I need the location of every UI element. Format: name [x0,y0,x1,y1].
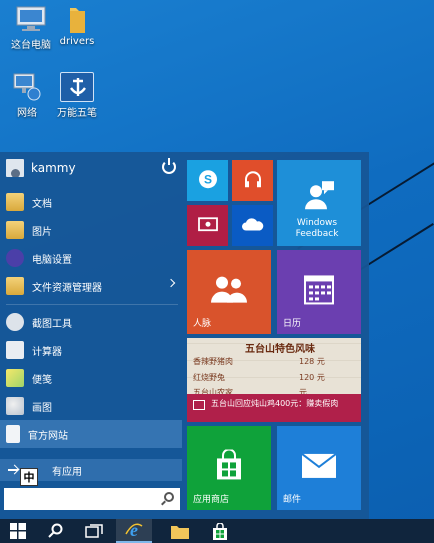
feedback-icon [305,181,334,210]
menu-row-price: 120 元 [299,373,325,382]
network-icon [10,72,44,102]
svg-text:S: S [203,172,211,186]
menu-row-price: 128 元 [299,357,325,366]
people-icon [211,276,247,303]
snipping-tool-icon [6,313,24,331]
tile-label: 人脉 [193,319,212,329]
tile-skype[interactable]: S [187,160,228,201]
menu-item-snipping-tool[interactable]: 截图工具 [0,308,182,336]
menu-item-label: 便笺 [32,374,52,386]
news-icon [193,400,205,410]
this-pc-icon [14,4,48,34]
arrow-right-icon [8,469,18,471]
wanneng-wubi-icon [60,72,94,102]
desktop-icon-drivers[interactable]: drivers [50,4,104,47]
svg-text:e: e [130,520,138,540]
store-icon [217,449,241,480]
tile-store[interactable]: 应用商店 [187,426,271,510]
ime-indicator[interactable]: 中 [20,468,38,486]
store-icon [213,522,227,540]
tile-label: Windows Feedback [295,218,339,239]
menu-item-documents[interactable]: 文档 [0,188,182,216]
menu-item-label: 电脑设置 [32,254,72,266]
news-headline-band: 五台山回应炖山鸡400元：赚卖假肉 [187,394,361,422]
documents-icon [6,193,24,211]
desktop-icon-network[interactable]: 网络 [0,72,54,119]
tile-video[interactable] [187,205,228,246]
pc-settings-icon [6,249,24,267]
tile-calendar[interactable]: 日历 [277,250,361,334]
taskbar: e [0,519,434,543]
start-menu-left-column: kammy 文档 图片 电脑设置 文件资源管理器 截图工具 计算器 便笺 画图 … [0,152,182,519]
pictures-icon [6,221,24,239]
tile-news[interactable]: 五台山特色风味 香辣野猪肉 128 元 红烧野兔 120 元 五台山农家 元 五… [187,338,361,422]
desktop-icon-label: drivers [59,36,95,47]
power-icon[interactable] [162,158,176,174]
task-view-icon [85,524,103,538]
tile-label: 日历 [283,319,302,329]
tile-music[interactable] [232,160,273,201]
menu-item-pc-settings[interactable]: 电脑设置 [0,244,182,272]
calculator-icon [6,341,24,359]
news-photo-title: 五台山特色风味 [245,344,315,355]
menu-item-label: 计算器 [32,346,62,358]
search-box[interactable] [4,488,180,510]
start-button[interactable] [2,519,34,543]
calendar-icon [304,275,334,305]
taskbar-search-button[interactable] [40,519,72,543]
mail-icon [301,453,337,478]
store-taskbar-button[interactable] [204,519,236,543]
menu-item-label: 截图工具 [32,318,72,330]
sticky-notes-icon [6,369,24,387]
paint-icon [6,397,24,415]
user-account[interactable]: kammy [0,152,182,184]
skype-icon: S [198,169,217,188]
video-icon [197,216,218,231]
tile-label: 邮件 [283,495,302,505]
user-name: kammy [31,161,76,175]
search-input[interactable] [4,488,154,510]
divider [6,304,178,305]
all-apps-label: 有应用 [52,466,82,478]
internet-explorer-button[interactable]: e [116,519,152,543]
tile-onedrive[interactable] [232,205,273,246]
tile-label: 应用商店 [193,495,230,505]
menu-item-pictures[interactable]: 图片 [0,216,182,244]
menu-row-name: 香辣野猪肉 [193,357,233,366]
onedrive-icon [241,217,263,231]
headphones-icon [244,170,261,187]
search-icon[interactable] [164,492,174,502]
task-view-button[interactable] [78,519,110,543]
file-explorer-icon [6,277,24,295]
desktop-icon-label: 万能五笔 [57,108,97,119]
menu-item-label: 官方网站 [28,430,68,442]
menu-item-label: 画图 [32,402,52,414]
menu-item-label: 图片 [32,226,52,238]
tile-people[interactable]: 人脉 [187,250,271,334]
menu-item-calculator[interactable]: 计算器 [0,336,182,364]
windows-logo-icon [10,523,26,539]
menu-item-file-explorer[interactable]: 文件资源管理器 [0,272,182,300]
start-menu: kammy 文档 图片 电脑设置 文件资源管理器 截图工具 计算器 便笺 画图 … [0,152,369,519]
desktop-icon-wanneng-wubi[interactable]: 万能五笔 [50,72,104,119]
avatar [6,159,24,177]
news-headline: 五台山回应炖山鸡400元：赚卖假肉 [211,399,339,408]
folder-icon [60,4,94,34]
ie-icon: e [125,520,143,540]
folder-icon [171,525,189,539]
menu-item-label: 文档 [32,198,52,210]
chevron-right-icon[interactable] [166,278,176,288]
tile-windows-feedback[interactable]: Windows Feedback [277,160,361,246]
search-icon [48,523,63,538]
news-photo: 五台山特色风味 香辣野猪肉 128 元 红烧野兔 120 元 五台山农家 元 [187,338,361,397]
tile-mail[interactable]: 邮件 [277,426,361,510]
menu-item-label: 文件资源管理器 [32,282,102,294]
file-explorer-taskbar-button[interactable] [164,519,196,543]
menu-row-name: 红烧野兔 [193,373,225,382]
menu-item-sticky-notes[interactable]: 便笺 [0,364,182,392]
document-page-icon [6,425,20,443]
menu-item-official-site[interactable]: 官方网站 [0,420,182,448]
desktop-icon-label: 网络 [17,108,37,119]
menu-item-paint[interactable]: 画图 [0,392,182,420]
